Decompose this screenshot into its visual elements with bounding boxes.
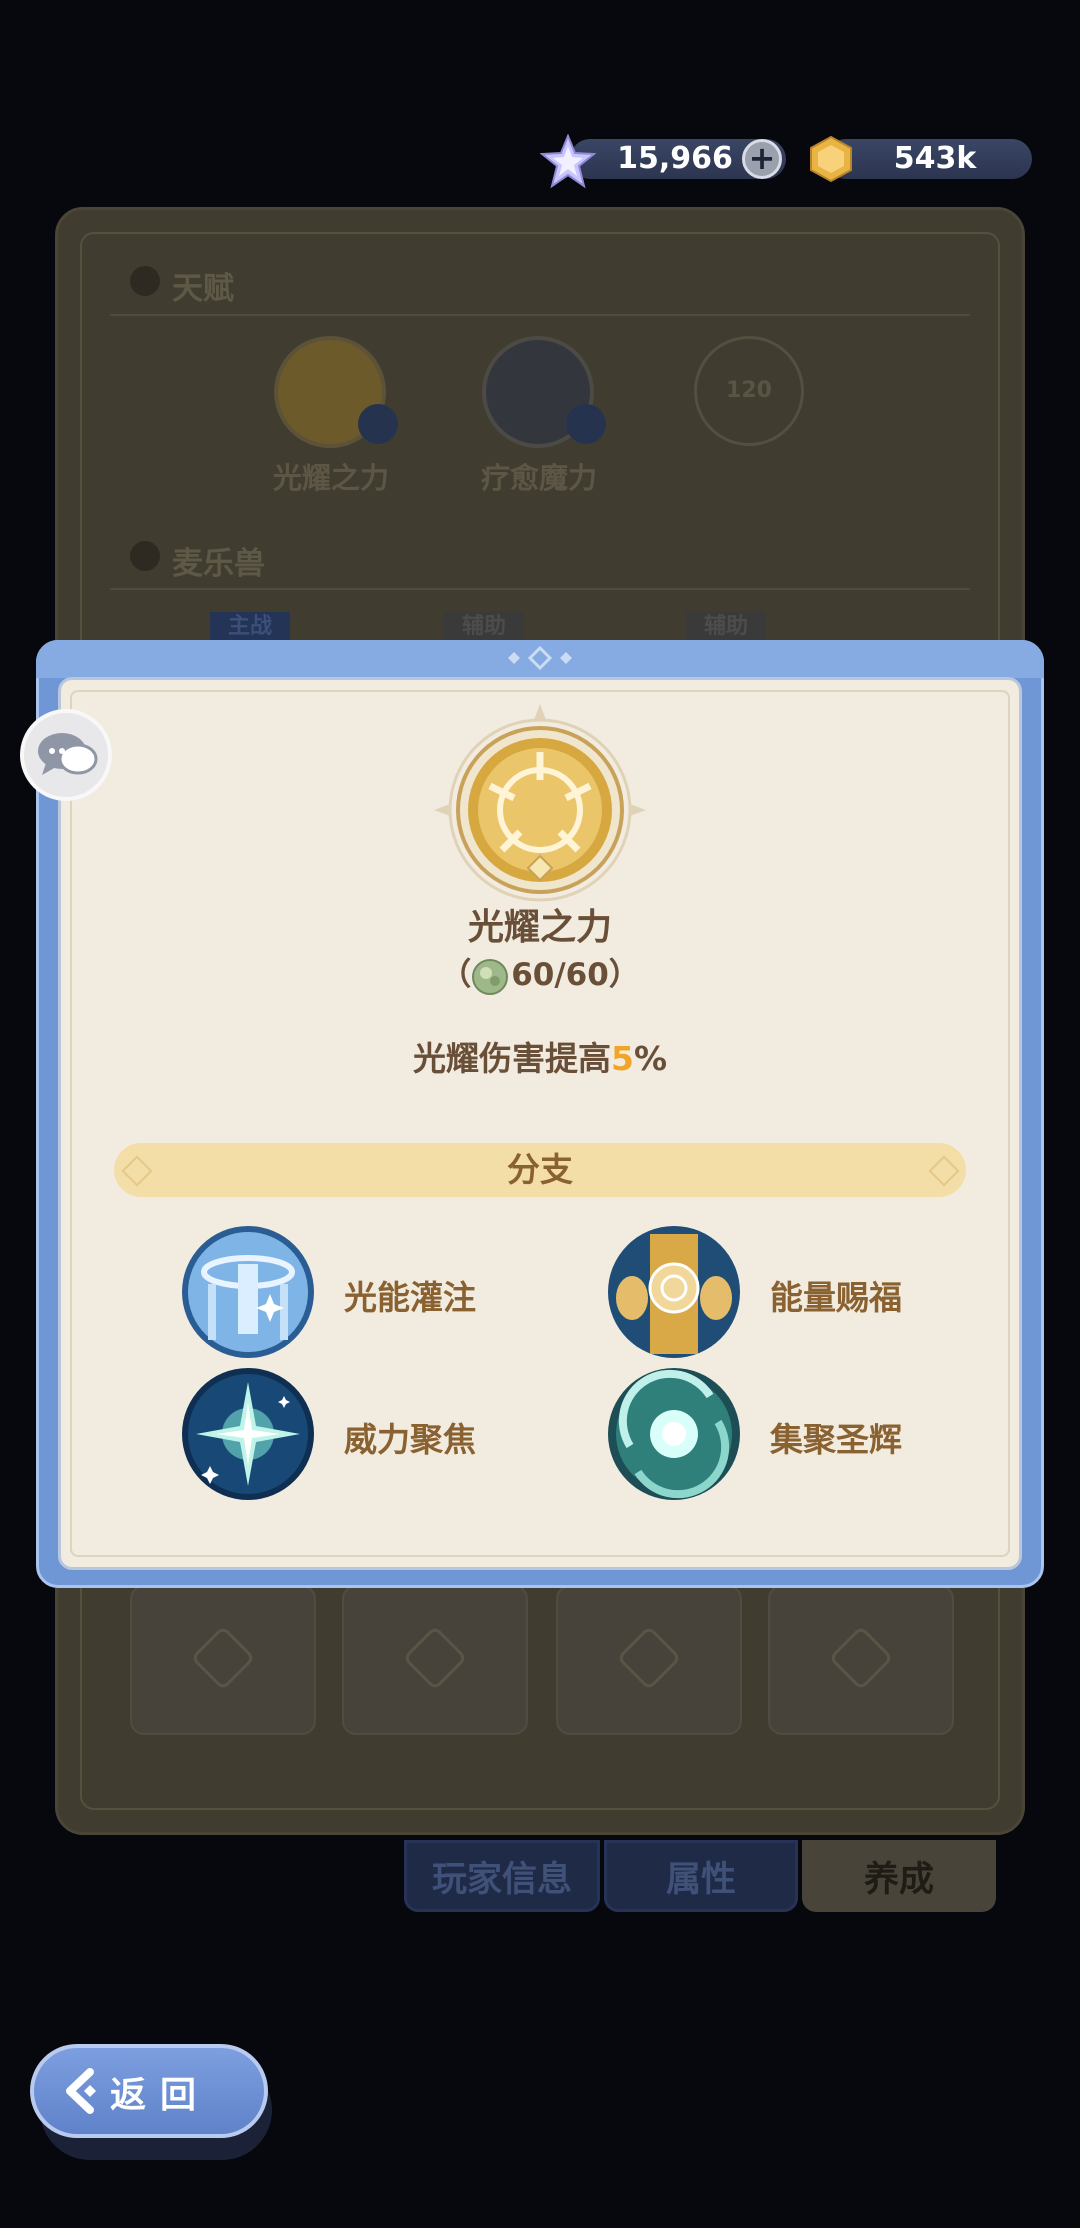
pet-divider <box>110 588 970 590</box>
branch-label-light-infusion: 光能灌注 <box>344 1278 476 1317</box>
description-unit: % <box>633 1039 668 1078</box>
talent-divider <box>110 314 970 316</box>
light-infusion-icon[interactable] <box>180 1224 316 1360</box>
talent-cost: （ 60/60） <box>0 949 1080 996</box>
talent-description: 光耀伤害提高5% <box>0 1032 1080 1080</box>
description-text: 光耀伤害提高 <box>412 1039 611 1078</box>
add-gems-button[interactable]: + <box>742 139 782 179</box>
star-gem-icon <box>540 134 596 189</box>
talent-section-title: 天赋 <box>172 271 234 307</box>
empty-slot[interactable] <box>556 1585 742 1735</box>
branch-label-gathered-radiance: 集聚圣辉 <box>770 1420 902 1459</box>
empty-slot[interactable] <box>130 1585 316 1735</box>
branch-label-energy-blessing: 能量赐福 <box>770 1278 902 1317</box>
empty-slot-diamond-icon <box>190 1625 256 1691</box>
back-arrow-icon <box>66 2068 96 2114</box>
chat-bubble-icon <box>38 733 98 775</box>
empty-slot[interactable] <box>342 1585 528 1735</box>
branch-label-power-focus: 威力聚焦 <box>344 1420 476 1459</box>
moon-icon <box>130 266 160 296</box>
talent-title: 光耀之力 <box>467 907 612 948</box>
power-focus-icon[interactable] <box>180 1366 316 1502</box>
empty-slot-diamond-icon <box>616 1625 682 1691</box>
locked-talent-level: 120 <box>726 378 772 403</box>
branch-title: 分支 <box>507 1150 573 1189</box>
tab-player-info[interactable]: 玩家信息 <box>404 1840 600 1912</box>
cost-bracket-open: （ <box>440 957 472 993</box>
empty-slot-diamond-icon <box>828 1625 894 1691</box>
gold-amount: 543k <box>893 141 977 176</box>
cost-value: 60/60 <box>511 957 609 993</box>
pet-section-title: 麦乐兽 <box>172 546 265 582</box>
back-button-label: 返回 <box>110 2075 211 2116</box>
cost-bracket-close: ） <box>608 957 640 993</box>
leaf-material-icon <box>472 958 509 995</box>
gold-coin-icon <box>810 135 852 183</box>
tab-attributes[interactable]: 属性 <box>604 1840 798 1912</box>
empty-slot-diamond-icon <box>402 1625 468 1691</box>
gem-amount: 15,966 <box>617 141 733 176</box>
search-icon[interactable] <box>566 404 606 444</box>
description-value: 5 <box>610 1039 634 1078</box>
chat-button[interactable] <box>20 709 112 801</box>
tab-development[interactable]: 养成 <box>802 1840 996 1912</box>
pet-tag-main: 主战 <box>210 612 290 642</box>
talent-label-healing: 疗愈魔力 <box>480 461 597 495</box>
popup-ornament-icon <box>508 646 572 670</box>
search-icon[interactable] <box>358 404 398 444</box>
talent-label-radiance: 光耀之力 <box>272 461 389 495</box>
gathered-radiance-icon[interactable] <box>606 1366 742 1502</box>
empty-slot[interactable] <box>768 1585 954 1735</box>
moon-icon <box>130 541 160 571</box>
pet-tag-support: 辅助 <box>444 612 524 642</box>
energy-blessing-icon[interactable] <box>606 1224 742 1360</box>
radiance-talent-emblem-icon <box>434 704 646 902</box>
pet-tag-support: 辅助 <box>686 612 766 642</box>
